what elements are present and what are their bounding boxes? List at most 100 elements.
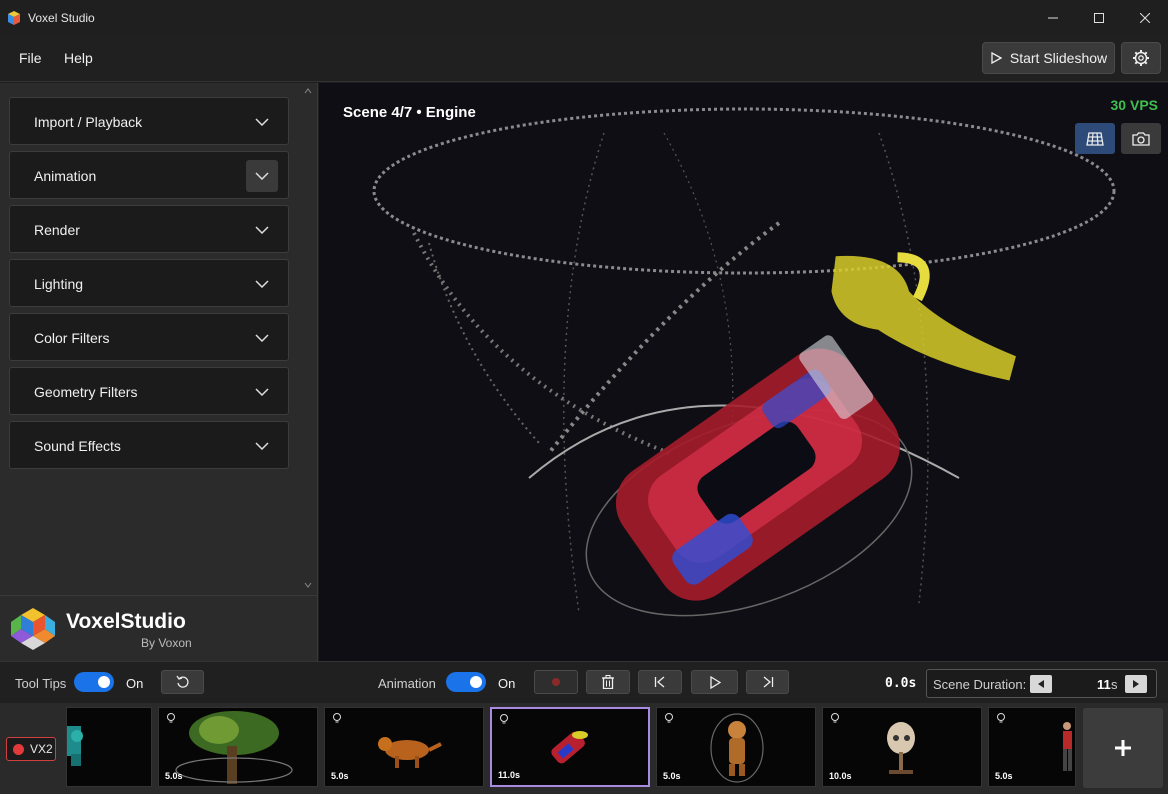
record-button[interactable] bbox=[534, 670, 578, 694]
duration-decrease-button[interactable] bbox=[1030, 675, 1052, 693]
trash-icon bbox=[602, 675, 614, 689]
screenshot-button[interactable] bbox=[1121, 123, 1161, 154]
lightbulb-icon bbox=[167, 713, 175, 723]
delete-button[interactable] bbox=[586, 670, 630, 694]
scene-title: Scene 4/7 • Engine bbox=[343, 104, 476, 121]
sidebar-scrollbar[interactable] bbox=[300, 83, 316, 595]
lightbulb-icon bbox=[500, 714, 508, 724]
section-lighting[interactable]: Lighting bbox=[9, 259, 289, 307]
device-label: VX2 bbox=[30, 742, 53, 756]
skip-back-icon bbox=[654, 676, 665, 688]
start-slideshow-button[interactable]: Start Slideshow bbox=[982, 42, 1115, 74]
section-label: Sound Effects bbox=[34, 438, 121, 454]
play-icon bbox=[991, 52, 1002, 64]
groot-thumbnail-icon bbox=[710, 713, 764, 783]
gear-icon bbox=[1133, 50, 1149, 66]
animation-label: Animation bbox=[378, 676, 436, 691]
chevron-down-icon[interactable] bbox=[246, 106, 278, 138]
chevron-down-icon[interactable] bbox=[246, 376, 278, 408]
tree-thumbnail-icon bbox=[175, 711, 293, 784]
section-import-playback[interactable]: Import / Playback bbox=[9, 97, 289, 145]
duration-increase-button[interactable] bbox=[1125, 675, 1147, 693]
scene-thumbnail-selected[interactable]: 11.0s bbox=[490, 707, 650, 787]
grid-icon bbox=[1086, 131, 1104, 146]
scene-thumbnail[interactable] bbox=[66, 707, 152, 787]
brand-area: VoxelStudio By Voxon bbox=[0, 595, 317, 661]
duration-unit: s bbox=[1111, 677, 1118, 692]
thumb-duration: 11.0s bbox=[498, 770, 521, 780]
title-bar: Voxel Studio bbox=[0, 0, 1168, 35]
scene-thumbnail[interactable]: 5.0s bbox=[988, 707, 1076, 787]
tooltips-toggle[interactable] bbox=[74, 672, 114, 692]
scene-thumbnail[interactable]: 5.0s bbox=[324, 707, 484, 787]
lightbulb-icon bbox=[831, 713, 839, 723]
section-label: Color Filters bbox=[34, 330, 110, 346]
section-label: Render bbox=[34, 222, 80, 238]
next-button[interactable] bbox=[746, 670, 789, 694]
lightbulb-icon bbox=[665, 713, 673, 723]
3d-viewport[interactable]: Scene 4/7 • Engine 30 VPS bbox=[319, 83, 1168, 661]
section-sound-effects[interactable]: Sound Effects bbox=[9, 421, 289, 469]
add-scene-button[interactable] bbox=[1083, 708, 1163, 788]
dinosaur-thumbnail-icon bbox=[378, 737, 442, 768]
lightbulb-icon bbox=[333, 713, 341, 723]
record-dot-icon bbox=[13, 743, 24, 755]
duration-label: Scene Duration: bbox=[933, 677, 1027, 692]
app-logo-icon bbox=[8, 10, 20, 25]
scene-thumbnail[interactable]: 10.0s bbox=[822, 707, 982, 787]
scene-thumbnail[interactable]: 5.0s bbox=[158, 707, 318, 787]
scene-thumbnail[interactable]: 5.0s bbox=[656, 707, 816, 787]
lightbulb-icon bbox=[997, 713, 1005, 723]
menu-bar: File Help Start Slideshow bbox=[0, 35, 1168, 82]
sidebar: Import / Playback Animation Render Light… bbox=[0, 83, 318, 661]
chevron-down-icon[interactable] bbox=[246, 430, 278, 462]
scene-duration-control: Scene Duration: 11 s bbox=[926, 669, 1157, 698]
window-title: Voxel Studio bbox=[28, 10, 95, 25]
section-color-filters[interactable]: Color Filters bbox=[9, 313, 289, 361]
chevron-down-icon[interactable] bbox=[246, 160, 278, 192]
play-icon bbox=[709, 675, 721, 689]
menu-file[interactable]: File bbox=[19, 50, 42, 66]
voxel-render bbox=[372, 107, 1116, 617]
thumb-duration: 5.0s bbox=[663, 771, 681, 781]
close-icon bbox=[1140, 12, 1150, 23]
robot-thumbnail-icon bbox=[67, 726, 83, 766]
section-render[interactable]: Render bbox=[9, 205, 289, 253]
menu-help[interactable]: Help bbox=[64, 50, 93, 66]
settings-button[interactable] bbox=[1121, 42, 1161, 74]
skip-forward-icon bbox=[763, 676, 773, 688]
controls-bar: Tool Tips On Animation On 0.0s Scene Dur… bbox=[0, 661, 1168, 703]
grid-toggle-button[interactable] bbox=[1075, 123, 1115, 154]
thumb-duration: 10.0s bbox=[829, 771, 852, 781]
tooltips-label: Tool Tips bbox=[15, 676, 67, 691]
maximize-icon bbox=[1094, 12, 1104, 23]
thumb-duration: 5.0s bbox=[165, 771, 183, 781]
logo-byline: By Voxon bbox=[141, 636, 192, 650]
chevron-down-icon[interactable] bbox=[246, 214, 278, 246]
thumb-duration: 5.0s bbox=[995, 771, 1013, 781]
play-button[interactable] bbox=[691, 670, 738, 694]
section-label: Lighting bbox=[34, 276, 84, 292]
section-label: Geometry Filters bbox=[34, 384, 138, 400]
start-slideshow-label: Start Slideshow bbox=[1009, 50, 1108, 66]
camera-icon bbox=[1132, 131, 1150, 146]
thumb-duration: 5.0s bbox=[331, 771, 349, 781]
animation-toggle[interactable] bbox=[446, 672, 486, 692]
vx2-device-button[interactable]: VX2 bbox=[6, 737, 56, 761]
section-geometry-filters[interactable]: Geometry Filters bbox=[9, 367, 289, 415]
close-button[interactable] bbox=[1122, 0, 1168, 35]
maximize-button[interactable] bbox=[1076, 0, 1122, 35]
section-label: Animation bbox=[34, 168, 97, 184]
caret-right-icon bbox=[1133, 680, 1139, 688]
duration-value[interactable]: 11 bbox=[1097, 677, 1111, 692]
chevron-down-icon[interactable] bbox=[246, 268, 278, 300]
minimize-button[interactable] bbox=[1030, 0, 1076, 35]
logo-name: VoxelStudio bbox=[66, 610, 186, 633]
reset-button[interactable] bbox=[161, 670, 204, 694]
previous-button[interactable] bbox=[638, 670, 682, 694]
record-icon bbox=[552, 678, 560, 686]
chevron-down-icon[interactable] bbox=[246, 322, 278, 354]
scene-filmstrip: VX2 5.0s 5.0s 11.0s 5.0s 10.0s 5.0s bbox=[0, 703, 1168, 794]
section-animation[interactable]: Animation bbox=[9, 151, 289, 199]
section-label: Import / Playback bbox=[34, 114, 143, 130]
